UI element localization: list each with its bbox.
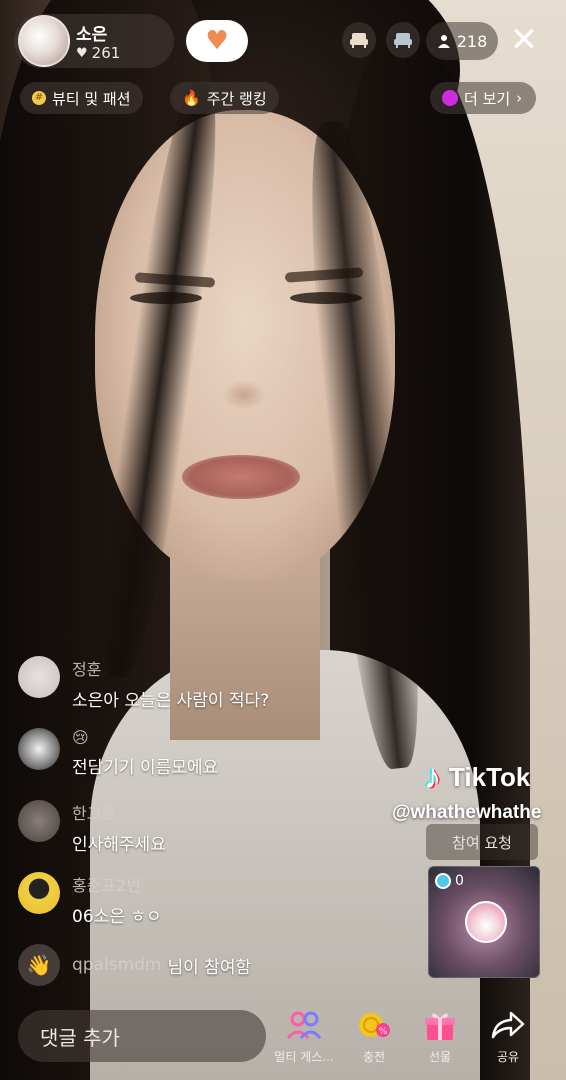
tiktok-brand: TikTok xyxy=(449,762,531,792)
commenter-name: 한그릇 xyxy=(72,804,117,823)
join-notice: 👋 qpalsmdm 님이 참여함 xyxy=(18,944,251,986)
host-name: 소은 xyxy=(76,25,108,45)
comment-item[interactable]: 홍준표2번 06소은 ㅎㅇ xyxy=(18,872,162,927)
gift-label: 선물 xyxy=(428,1050,452,1064)
guest-count: 0 xyxy=(435,873,464,889)
follow-button[interactable]: ♥ 4 xyxy=(186,20,248,62)
tiktok-logo-icon: ♪ xyxy=(424,758,441,796)
gift-icon xyxy=(424,1010,456,1044)
sofa-icon[interactable] xyxy=(342,22,376,58)
comment-input[interactable]: 댓글 추가 xyxy=(18,1010,266,1062)
host-likes-count: 261 xyxy=(91,44,121,62)
comment-item[interactable]: 정훈 소은아 오늘은 사람이 적다? xyxy=(18,656,269,711)
recharge-button[interactable]: % 충전 xyxy=(342,1010,406,1065)
guest-avatar[interactable] xyxy=(465,901,507,943)
close-icon[interactable]: ✕ xyxy=(506,22,542,60)
flame-icon: 🔥 xyxy=(182,89,201,107)
hashtag-icon: # xyxy=(32,91,46,105)
share-button[interactable]: 공유 xyxy=(476,1010,540,1065)
chevron-right-icon: › xyxy=(516,89,523,107)
wave-hand-icon: 👋 xyxy=(18,944,60,986)
join-request-button[interactable]: 참여 요청 xyxy=(426,824,538,860)
host-likes: ♥ 261 xyxy=(76,44,120,62)
tag-beauty-fashion[interactable]: # 뷰티 및 패션 xyxy=(20,82,143,114)
tag-weekly-ranking[interactable]: 🔥 주간 랭킹 xyxy=(170,82,279,114)
viewer-count[interactable]: 218 xyxy=(426,22,498,60)
follow-badge: 4 xyxy=(227,44,235,57)
gem-icon xyxy=(442,90,458,106)
svg-text:%: % xyxy=(379,1027,388,1037)
commenter-name: 정훈 xyxy=(72,660,102,679)
seat-icon[interactable] xyxy=(386,22,420,58)
watermark-handle: @whathewhathe xyxy=(392,802,542,823)
share-icon xyxy=(491,1010,525,1044)
joined-text: 님이 참여함 xyxy=(167,957,252,978)
host-info[interactable]: 소은 ♥ 261 xyxy=(14,14,174,68)
more-label: 더 보기 xyxy=(464,89,511,108)
commenter-avatar[interactable] xyxy=(18,656,60,698)
comment-text: 전담기기 이름모에요 xyxy=(72,758,219,778)
coin-icon: % xyxy=(357,1010,391,1044)
comment-text: 06소은 ㅎㅇ xyxy=(72,907,162,927)
guest-slot[interactable]: 0 xyxy=(428,866,540,978)
gift-button[interactable]: 선물 xyxy=(408,1010,472,1065)
tag-label: 뷰티 및 패션 xyxy=(52,89,131,108)
host-avatar[interactable] xyxy=(18,15,70,67)
heart-icon: ♥ 4 xyxy=(205,26,235,57)
tag-label: 주간 랭킹 xyxy=(206,89,267,108)
commenter-name: 홍준표2번 xyxy=(72,876,142,895)
more-button[interactable]: 더 보기 › xyxy=(430,82,537,114)
share-label: 공유 xyxy=(496,1050,520,1064)
commenter-avatar[interactable] xyxy=(18,728,60,770)
commenter-avatar[interactable] xyxy=(18,800,60,842)
comment-text: 인사해주세요 xyxy=(72,835,166,855)
multi-guest-label: 멀티 게스... xyxy=(274,1050,334,1064)
diamond-icon xyxy=(435,873,451,889)
lips xyxy=(182,455,300,499)
person-icon xyxy=(437,35,450,48)
viewer-count-value: 218 xyxy=(456,31,488,51)
comment-item[interactable]: 😢 전담기기 이름모에요 xyxy=(18,728,218,778)
comment-item[interactable]: 한그릇 인사해주세요 xyxy=(18,800,166,855)
tiktok-watermark: ♪ TikTok xyxy=(424,758,530,797)
comment-text: 소은아 오늘은 사람이 적다? xyxy=(72,691,270,711)
guest-count-value: 0 xyxy=(455,873,464,889)
recharge-label: 충전 xyxy=(362,1050,386,1064)
multi-guest-icon xyxy=(286,1010,322,1044)
joined-user: qpalsmdm xyxy=(72,955,162,975)
commenter-name: 😢 xyxy=(72,728,89,747)
heart-icon: ♥ xyxy=(76,45,88,61)
nose xyxy=(222,380,266,410)
multi-guest-button[interactable]: 멀티 게스... xyxy=(272,1010,336,1065)
commenter-avatar[interactable] xyxy=(18,872,60,914)
